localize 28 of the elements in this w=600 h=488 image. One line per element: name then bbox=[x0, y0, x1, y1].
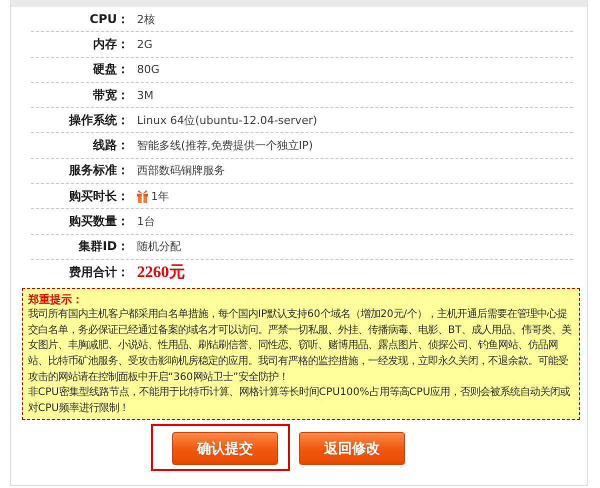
field-label: 硬盘： bbox=[92, 61, 129, 78]
field-label: 购买数量： bbox=[68, 213, 129, 230]
field-value: Linux 64位(ubuntu-12.04-server) bbox=[137, 112, 318, 128]
field-label: 内存： bbox=[92, 36, 129, 53]
field-label: 购买时长： bbox=[68, 188, 129, 205]
field-value: 1台 bbox=[137, 214, 155, 230]
notice-text: 非CPU密集型线路节点，不能用于比特币计算、网格计算等长时间CPU100%占用等高CPU应用，否则会被系统自动关闭或对CPU频率进行限制！ bbox=[28, 385, 572, 416]
notice-text: 我司所有国内主机客户都采用白名单措施，每个国内IP默认支持60个域名（增加20元/个），主机开通后需要在管理中心提交白名单，务必保证已经通过备案的域名才可以访问。严禁一切私服、外挂、传播病毒、电影、BT、成人用品、伟哥类、美女图片、丰胸减肥、小说站、性用品、刷钻刷信誉、同性恋、窃听、赌博用品、露点图片、侦探公司、钓鱼网站、仿品网站、比特币矿池服务、受攻击影响机房稳定的应用。我司有严格的监控措施，一经发现，立即永久关闭，不退余款。可能受攻击的网站请在控制面板中开启“360网站卫士”安全防护！ bbox=[28, 307, 572, 385]
field-value: 2核 bbox=[137, 12, 155, 27]
field-value: 西部数码铜牌服务 bbox=[137, 163, 225, 178]
field-value: 随机分配 bbox=[137, 239, 181, 254]
field-label: 集群ID： bbox=[78, 238, 129, 256]
notice-title: 郑重提示： bbox=[28, 292, 84, 308]
field-value: 1年 bbox=[151, 188, 169, 204]
field-label: 费用合计： bbox=[68, 264, 129, 281]
field-value: 智能多线(推荐,免费提供一个独立IP) bbox=[137, 138, 313, 154]
submit-button[interactable]: 确认提交 bbox=[172, 432, 278, 466]
back-button[interactable]: 返回修改 bbox=[299, 432, 405, 466]
gift-icon bbox=[137, 190, 148, 203]
field-value: 80G bbox=[137, 63, 160, 76]
field-label: CPU： bbox=[88, 10, 129, 28]
field-label: 线路： bbox=[92, 137, 129, 154]
field-label: 服务标准： bbox=[68, 162, 129, 180]
field-value: 2G bbox=[137, 38, 153, 51]
field-label: 操作系统： bbox=[68, 112, 129, 129]
field-value: 3M bbox=[137, 88, 154, 102]
field-label: 带宽： bbox=[92, 86, 129, 104]
total-price: 2260元 bbox=[137, 262, 185, 283]
